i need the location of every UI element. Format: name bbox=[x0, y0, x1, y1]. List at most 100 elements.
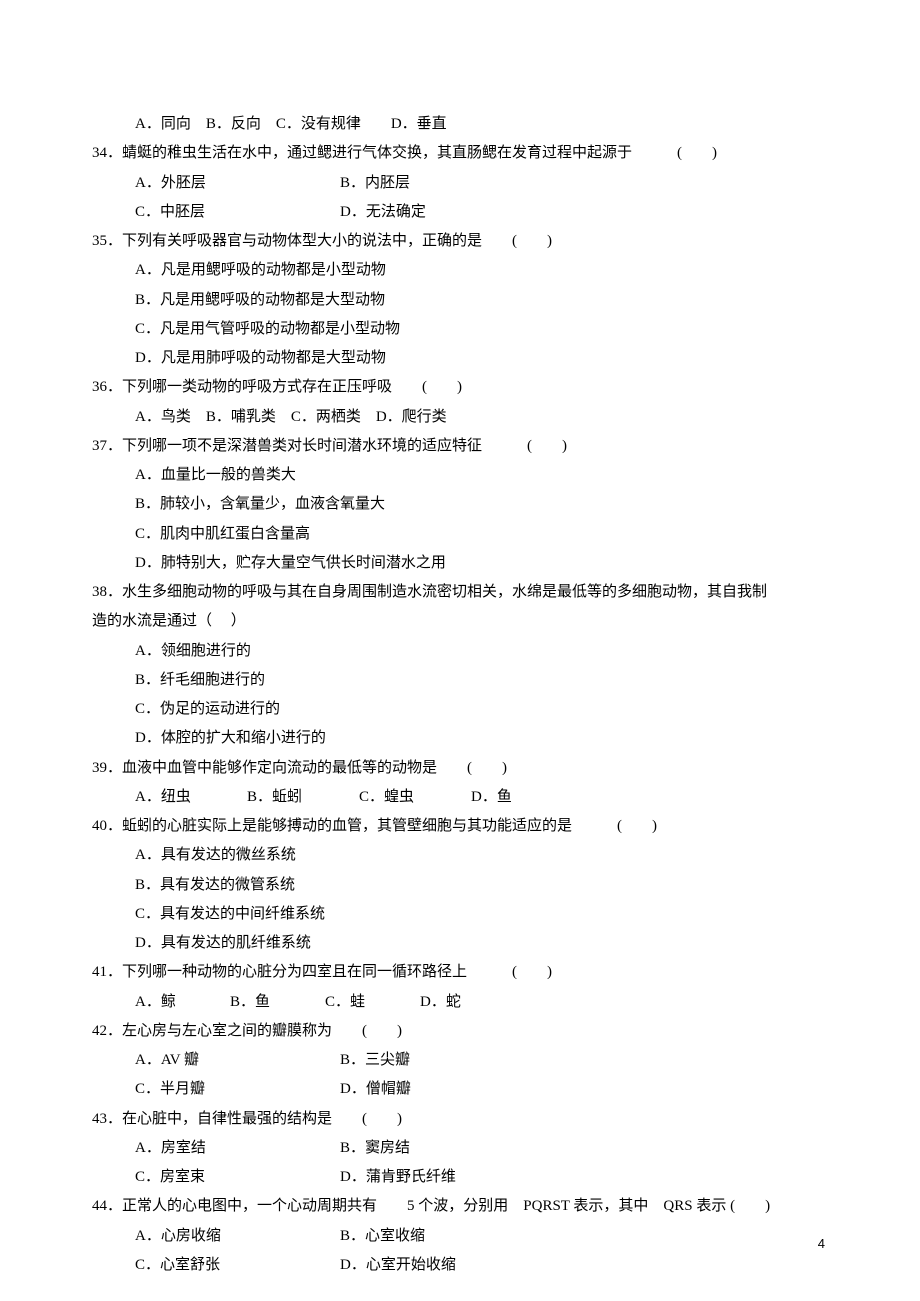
question-options: A．领细胞进行的B．纤毛细胞进行的C．伪足的运动进行的D．体腔的扩大和缩小进行的 bbox=[92, 637, 828, 754]
option: B．凡是用鳃呼吸的动物都是大型动物 bbox=[135, 286, 385, 315]
option-row: D．体腔的扩大和缩小进行的 bbox=[135, 724, 828, 753]
option: B．肺较小，含氧量少，血液含氧量大 bbox=[135, 490, 385, 519]
question-stem-line1: 38．水生多细胞动物的呼吸与其在自身周围制造水流密切相关，水绵是最低等的多细胞动… bbox=[92, 578, 828, 607]
question-number: 37． bbox=[92, 432, 122, 461]
option-row: C．具有发达的中间纤维系统 bbox=[135, 900, 828, 929]
question-stem: 40．蚯蚓的心脏实际上是能够搏动的血管，其管壁细胞与其功能适应的是 ( ) bbox=[92, 812, 828, 841]
question-text: 正常人的心电图中，一个心动周期共有 5 个波，分别用 PQRST 表示，其中 Q… bbox=[122, 1192, 828, 1221]
option-row: C．中胚层D．无法确定 bbox=[135, 198, 828, 227]
question-stem: 37．下列哪一项不是深潜兽类对长时间潜水环境的适应特征 ( ) bbox=[92, 432, 828, 461]
option: B．蚯蚓 bbox=[247, 783, 359, 812]
question: 38．水生多细胞动物的呼吸与其在自身周围制造水流密切相关，水绵是最低等的多细胞动… bbox=[92, 578, 828, 754]
question-text: 下列有关呼吸器官与动物体型大小的说法中，正确的是 ( ) bbox=[122, 227, 828, 256]
question: 37．下列哪一项不是深潜兽类对长时间潜水环境的适应特征 ( )A．血量比一般的兽… bbox=[92, 432, 828, 578]
option: B．鱼 bbox=[230, 988, 325, 1017]
question-stem: 39．血液中血管中能够作定向流动的最低等的动物是 ( ) bbox=[92, 754, 828, 783]
question-stem: 44．正常人的心电图中，一个心动周期共有 5 个波，分别用 PQRST 表示，其… bbox=[92, 1192, 828, 1221]
page-number: 4 bbox=[818, 1231, 825, 1256]
option-row: A．心房收缩B．心室收缩 bbox=[135, 1222, 828, 1251]
question-stem: 35．下列有关呼吸器官与动物体型大小的说法中，正确的是 ( ) bbox=[92, 227, 828, 256]
question-text: 在心脏中，自律性最强的结构是 ( ) bbox=[122, 1105, 828, 1134]
question-stem: 41．下列哪一种动物的心脏分为四室且在同一循环路径上 ( ) bbox=[92, 958, 828, 987]
question-stem: 36．下列哪一类动物的呼吸方式存在正压呼吸 ( ) bbox=[92, 373, 828, 402]
option: C．伪足的运动进行的 bbox=[135, 695, 280, 724]
option: A．领细胞进行的 bbox=[135, 637, 251, 666]
option: A．具有发达的微丝系统 bbox=[135, 841, 296, 870]
question: 39．血液中血管中能够作定向流动的最低等的动物是 ( )A．纽虫B．蚯蚓C．蝗虫… bbox=[92, 754, 828, 813]
option: C．具有发达的中间纤维系统 bbox=[135, 900, 325, 929]
question-text: 下列哪一种动物的心脏分为四室且在同一循环路径上 ( ) bbox=[122, 958, 828, 987]
option-row: A．血量比一般的兽类大 bbox=[135, 461, 828, 490]
option-row: C．房室束D．蒲肯野氏纤维 bbox=[135, 1163, 828, 1192]
option: D．肺特别大，贮存大量空气供长时间潜水之用 bbox=[135, 549, 446, 578]
option: A．鸟类 B．哺乳类 C．两栖类 D．爬行类 bbox=[135, 403, 447, 432]
option: D．具有发达的肌纤维系统 bbox=[135, 929, 311, 958]
option: B．三尖瓣 bbox=[340, 1046, 410, 1075]
option-row: A．同向 B．反向 C．没有规律 D．垂直 bbox=[135, 110, 447, 139]
question-text: 左心房与左心室之间的瓣膜称为 ( ) bbox=[122, 1017, 828, 1046]
question-options: A．具有发达的微丝系统B．具有发达的微管系统C．具有发达的中间纤维系统D．具有发… bbox=[92, 841, 828, 958]
option: D．无法确定 bbox=[340, 198, 426, 227]
question-number: 34． bbox=[92, 139, 122, 168]
question: A．同向 B．反向 C．没有规律 D．垂直 bbox=[92, 110, 828, 139]
option-row: C．心室舒张D．心室开始收缩 bbox=[135, 1251, 828, 1280]
question-number: 36． bbox=[92, 373, 122, 402]
option: C．蝗虫 bbox=[359, 783, 471, 812]
option-row: B．纤毛细胞进行的 bbox=[135, 666, 828, 695]
option-row: C．肌肉中肌红蛋白含量高 bbox=[135, 520, 828, 549]
question: 36．下列哪一类动物的呼吸方式存在正压呼吸 ( )A．鸟类 B．哺乳类 C．两栖… bbox=[92, 373, 828, 432]
question-number: 35． bbox=[92, 227, 122, 256]
question-text: 蜻蜓的稚虫生活在水中，通过鳃进行气体交换，其直肠鳃在发育过程中起源于 ( ) bbox=[122, 139, 828, 168]
option-row: A．鲸B．鱼C．蛙D．蛇 bbox=[135, 988, 828, 1017]
option: A．心房收缩 bbox=[135, 1222, 340, 1251]
option: B．心室收缩 bbox=[340, 1222, 425, 1251]
option: C．半月瓣 bbox=[135, 1075, 340, 1104]
option: B．具有发达的微管系统 bbox=[135, 871, 295, 900]
question-options: A．外胚层B．内胚层C．中胚层D．无法确定 bbox=[92, 169, 828, 228]
option: D．心室开始收缩 bbox=[340, 1251, 456, 1280]
option: C．房室束 bbox=[135, 1163, 340, 1192]
option: C．肌肉中肌红蛋白含量高 bbox=[135, 520, 310, 549]
question-options: A．纽虫B．蚯蚓C．蝗虫D．鱼 bbox=[92, 783, 828, 812]
option: A．房室结 bbox=[135, 1134, 340, 1163]
option-row: A．房室结B．窦房结 bbox=[135, 1134, 828, 1163]
option-row: A．AV 瓣B．三尖瓣 bbox=[135, 1046, 828, 1075]
question-stem: 43．在心脏中，自律性最强的结构是 ( ) bbox=[92, 1105, 828, 1134]
question: 34．蜻蜓的稚虫生活在水中，通过鳃进行气体交换，其直肠鳃在发育过程中起源于 ( … bbox=[92, 139, 828, 227]
option-row: B．具有发达的微管系统 bbox=[135, 871, 828, 900]
option: A．外胚层 bbox=[135, 169, 340, 198]
question-options: A．鲸B．鱼C．蛙D．蛇 bbox=[92, 988, 828, 1017]
question-number: 43． bbox=[92, 1105, 122, 1134]
option-row: D．凡是用肺呼吸的动物都是大型动物 bbox=[135, 344, 828, 373]
option: B．纤毛细胞进行的 bbox=[135, 666, 265, 695]
question-options: A．同向 B．反向 C．没有规律 D．垂直 bbox=[92, 110, 828, 139]
question-number: 39． bbox=[92, 754, 122, 783]
option: D．僧帽瓣 bbox=[340, 1075, 411, 1104]
question: 35．下列有关呼吸器官与动物体型大小的说法中，正确的是 ( )A．凡是用鳃呼吸的… bbox=[92, 227, 828, 373]
question-options: A．心房收缩B．心室收缩C．心室舒张D．心室开始收缩 bbox=[92, 1222, 828, 1281]
question-stem: 34．蜻蜓的稚虫生活在水中，通过鳃进行气体交换，其直肠鳃在发育过程中起源于 ( … bbox=[92, 139, 828, 168]
question-options: A．鸟类 B．哺乳类 C．两栖类 D．爬行类 bbox=[92, 403, 828, 432]
question-number: 40． bbox=[92, 812, 122, 841]
question: 40．蚯蚓的心脏实际上是能够搏动的血管，其管壁细胞与其功能适应的是 ( )A．具… bbox=[92, 812, 828, 958]
option: A．血量比一般的兽类大 bbox=[135, 461, 296, 490]
option: C．中胚层 bbox=[135, 198, 340, 227]
option: A．鲸 bbox=[135, 988, 230, 1017]
option-row: A．领细胞进行的 bbox=[135, 637, 828, 666]
question: 41．下列哪一种动物的心脏分为四室且在同一循环路径上 ( )A．鲸B．鱼C．蛙D… bbox=[92, 958, 828, 1017]
question-number: 42． bbox=[92, 1017, 122, 1046]
option-row: A．凡是用鳃呼吸的动物都是小型动物 bbox=[135, 256, 828, 285]
page-content: A．同向 B．反向 C．没有规律 D．垂直34．蜻蜓的稚虫生活在水中，通过鳃进行… bbox=[0, 0, 920, 1280]
question-text: 血液中血管中能够作定向流动的最低等的动物是 ( ) bbox=[122, 754, 828, 783]
option: A．纽虫 bbox=[135, 783, 247, 812]
option-row: B．肺较小，含氧量少，血液含氧量大 bbox=[135, 490, 828, 519]
question-text: 下列哪一类动物的呼吸方式存在正压呼吸 ( ) bbox=[122, 373, 828, 402]
option: A．凡是用鳃呼吸的动物都是小型动物 bbox=[135, 256, 386, 285]
question-number: 44． bbox=[92, 1192, 122, 1221]
question-options: A．AV 瓣B．三尖瓣C．半月瓣D．僧帽瓣 bbox=[92, 1046, 828, 1105]
option-row: B．凡是用鳃呼吸的动物都是大型动物 bbox=[135, 286, 828, 315]
option: A．AV 瓣 bbox=[135, 1046, 340, 1075]
question-options: A．房室结B．窦房结C．房室束D．蒲肯野氏纤维 bbox=[92, 1134, 828, 1193]
option-row: C．半月瓣D．僧帽瓣 bbox=[135, 1075, 828, 1104]
option: D．体腔的扩大和缩小进行的 bbox=[135, 724, 326, 753]
